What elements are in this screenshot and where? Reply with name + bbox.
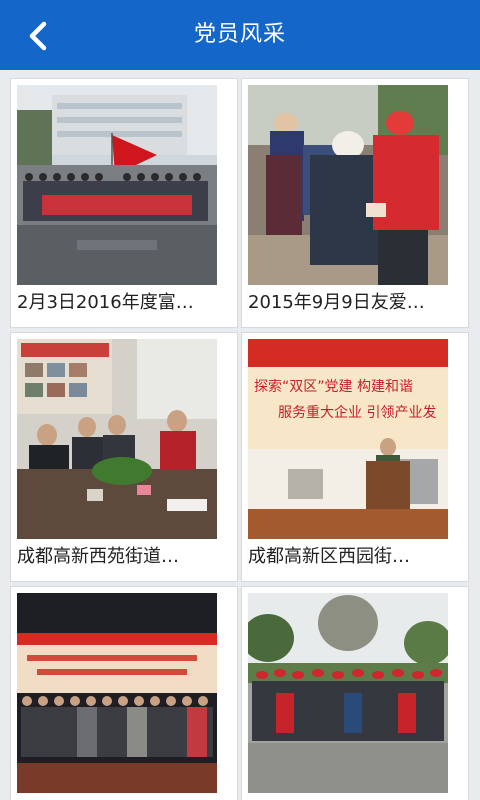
photo-grid: 2月3日2016年度富… 2015年9月9日友爱… 成都高新西苑街道… 探索“双… [0,70,480,800]
banner-line-2: 服务重大企业 引领产业发 [278,404,436,421]
top-app-bar: 党员风采 [0,0,480,70]
banner-line-1: 探索“双区”党建 构建和谐 [254,378,413,395]
list-item[interactable]: 成都高新西苑街道… [10,332,238,582]
list-item[interactable] [10,586,238,800]
photo-thumbnail[interactable] [17,339,217,539]
item-caption: 成都高新区西园街… [248,546,410,567]
list-item[interactable]: 2月3日2016年度富… [10,78,238,328]
page-title: 党员风采 [193,22,286,47]
item-caption: 成都高新西苑街道… [17,546,179,567]
photo-thumbnail[interactable] [248,593,448,793]
photo-thumbnail[interactable] [248,85,448,285]
photo-thumbnail[interactable] [17,593,217,793]
item-caption: 2月3日2016年度富… [17,292,194,313]
photo-thumbnail[interactable] [17,85,217,285]
item-caption: 2015年9月9日友爱… [248,292,425,313]
list-item[interactable]: 探索“双区”党建 构建和谐 服务重大企业 引领产业发 成都高新区西园街… [241,332,469,582]
list-item[interactable] [241,586,469,800]
list-item[interactable]: 2015年9月9日友爱… [241,78,469,328]
photo-thumbnail[interactable]: 探索“双区”党建 构建和谐 服务重大企业 引领产业发 [248,339,448,539]
